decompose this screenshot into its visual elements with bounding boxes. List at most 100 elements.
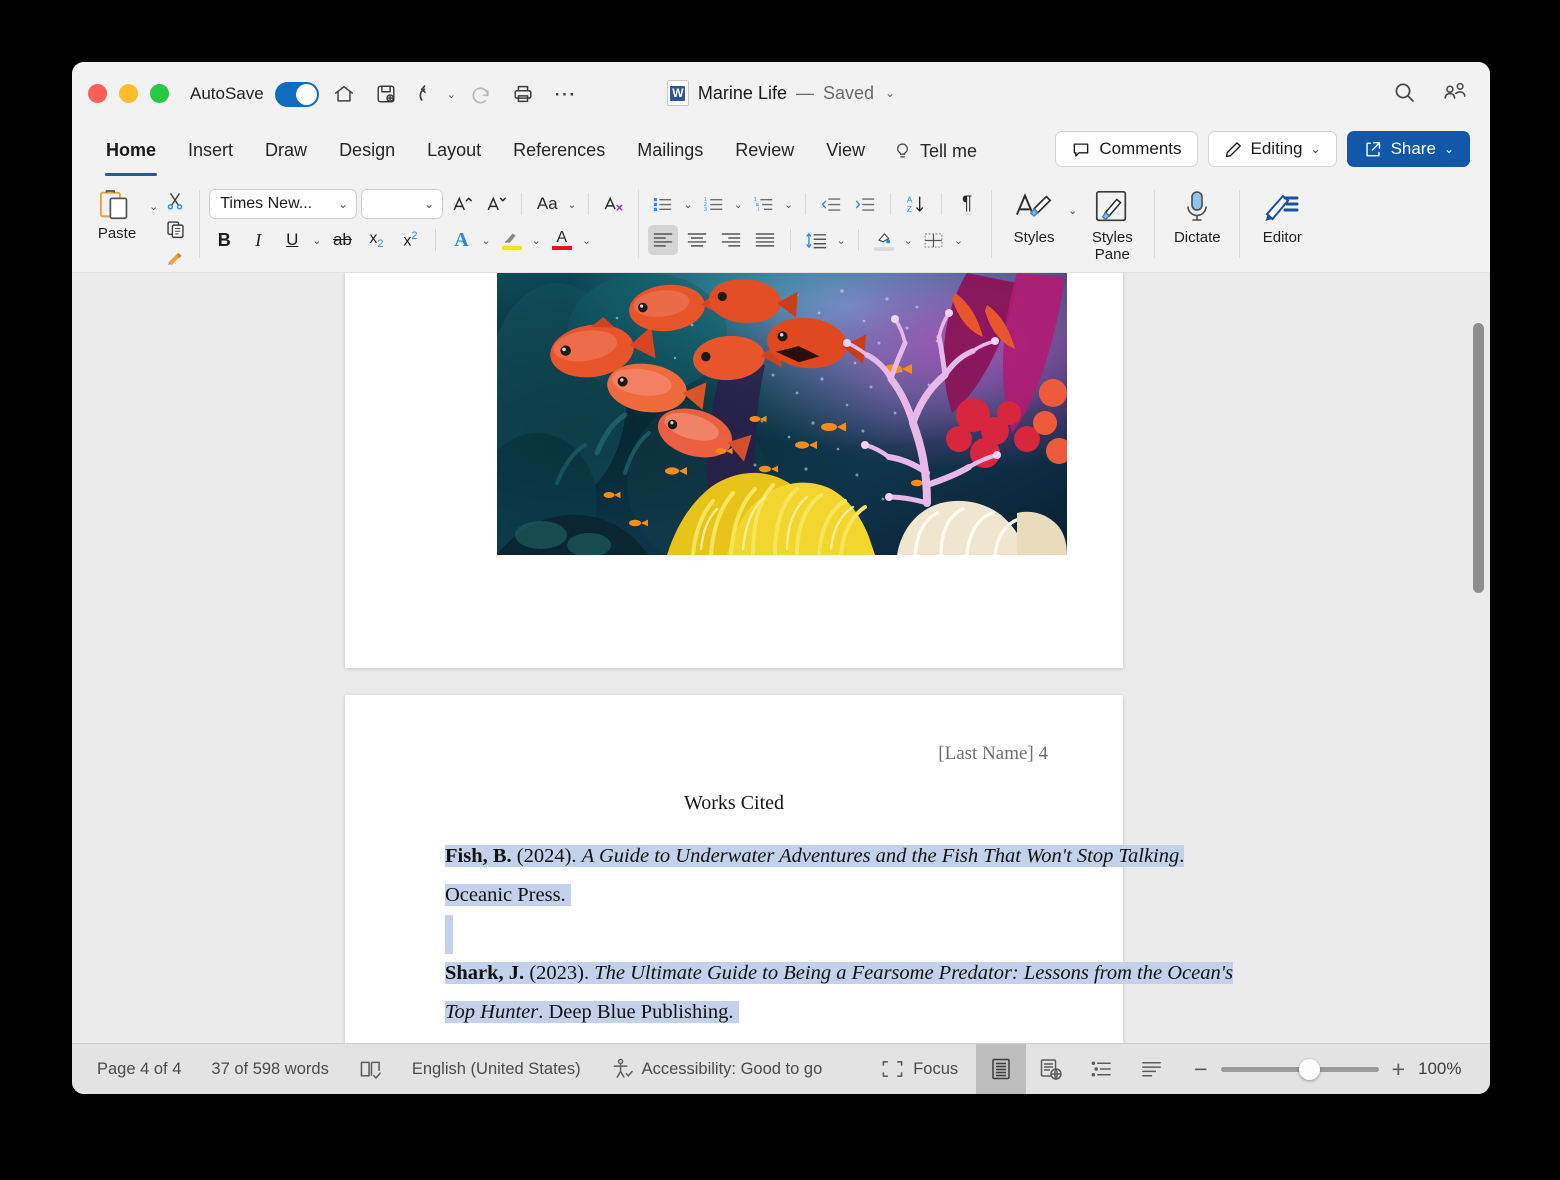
font-name-combobox[interactable]: Times New... ⌄ xyxy=(209,189,358,219)
clipboard-mini-buttons xyxy=(160,182,190,270)
divider xyxy=(991,190,993,258)
zoom-in-button[interactable]: + xyxy=(1392,1057,1405,1081)
clear-formatting-icon[interactable] xyxy=(599,189,629,219)
line-spacing-caret-icon[interactable]: ⌄ xyxy=(836,234,845,247)
bold-icon[interactable]: B xyxy=(209,225,239,255)
divider xyxy=(521,193,523,215)
strikethrough-icon[interactable]: ab xyxy=(327,225,357,255)
editor-button[interactable]: Editor xyxy=(1249,182,1315,246)
highlight-icon[interactable] xyxy=(497,225,527,255)
comments-button[interactable]: Comments xyxy=(1055,131,1198,167)
search-icon[interactable] xyxy=(1392,80,1416,109)
tab-review[interactable]: Review xyxy=(719,136,810,167)
borders-icon[interactable] xyxy=(919,225,949,255)
page-indicator[interactable]: Page 4 of 4 xyxy=(97,1060,181,1079)
tab-home[interactable]: Home xyxy=(90,136,172,176)
coral-reef-image[interactable] xyxy=(497,273,1067,555)
tab-layout[interactable]: Layout xyxy=(411,136,497,167)
chevron-down-icon: ⌄ xyxy=(338,197,349,211)
vertical-scrollbar[interactable] xyxy=(1473,323,1484,593)
justify-icon[interactable] xyxy=(750,225,780,255)
word-count[interactable]: 37 of 598 words xyxy=(211,1060,328,1079)
change-case-caret-icon[interactable]: ⌄ xyxy=(567,198,576,211)
text-effects-caret-icon[interactable]: ⌄ xyxy=(481,234,490,247)
works-cited-list[interactable]: Fish, B. (2024). A Guide to Underwater A… xyxy=(445,837,1234,1032)
zoom-slider[interactable] xyxy=(1220,1058,1379,1080)
draft-icon[interactable] xyxy=(1126,1044,1176,1094)
paste-button[interactable]: Paste xyxy=(86,182,148,242)
shading-icon[interactable] xyxy=(869,225,899,255)
pencil-icon xyxy=(1224,140,1243,159)
underline-icon[interactable]: U xyxy=(277,225,307,255)
web-layout-icon[interactable] xyxy=(1026,1044,1076,1094)
text-effects-icon[interactable]: A xyxy=(446,225,476,255)
decrease-indent-icon[interactable] xyxy=(816,189,846,219)
styles-pane-label: Styles Pane xyxy=(1091,229,1133,264)
underline-caret-icon[interactable]: ⌄ xyxy=(312,234,321,247)
change-case-icon[interactable]: Aa xyxy=(532,189,562,219)
numbering-icon[interactable]: 123 xyxy=(699,189,729,219)
align-left-icon[interactable] xyxy=(648,225,679,255)
font-group: Times New... ⌄ ⌄ Aa ⌄ B I U ⌄ ab x2 x2 A… xyxy=(209,182,629,272)
bullets-caret-icon[interactable]: ⌄ xyxy=(683,198,692,211)
tab-insert[interactable]: Insert xyxy=(172,136,249,167)
language-indicator[interactable]: English (United States) xyxy=(412,1060,581,1079)
increase-indent-icon[interactable] xyxy=(850,189,880,219)
zoom-level-label[interactable]: 100% xyxy=(1418,1059,1468,1079)
copy-icon[interactable] xyxy=(160,216,190,242)
title-dropdown-caret-icon[interactable]: ⌄ xyxy=(885,86,895,100)
editor-icon xyxy=(1263,188,1301,226)
document-canvas[interactable]: [Last Name] 4 Works Cited Fish, B. (2024… xyxy=(72,273,1490,1043)
tab-draw[interactable]: Draw xyxy=(249,136,323,167)
numbering-caret-icon[interactable]: ⌄ xyxy=(734,198,743,211)
divider xyxy=(805,193,807,215)
multilevel-caret-icon[interactable]: ⌄ xyxy=(784,198,793,211)
save-state: Saved xyxy=(822,82,875,103)
font-color-icon[interactable]: A xyxy=(547,225,577,255)
shading-caret-icon[interactable]: ⌄ xyxy=(904,234,913,247)
borders-caret-icon[interactable]: ⌄ xyxy=(954,234,963,247)
zoom-slider-handle[interactable] xyxy=(1298,1058,1320,1080)
superscript-icon[interactable]: x2 xyxy=(395,225,425,255)
clipboard-group: Paste ⌄ xyxy=(86,182,190,272)
tab-design[interactable]: Design xyxy=(323,136,411,167)
tab-mailings[interactable]: Mailings xyxy=(621,136,719,167)
dictate-button[interactable]: Dictate xyxy=(1164,182,1230,246)
zoom-out-button[interactable]: − xyxy=(1194,1057,1207,1081)
tab-references[interactable]: References xyxy=(497,136,621,167)
italic-icon[interactable]: I xyxy=(243,225,273,255)
styles-caret-icon[interactable]: ⌄ xyxy=(1068,204,1077,217)
sort-icon[interactable]: AZ xyxy=(901,189,931,219)
collaborators-icon[interactable] xyxy=(1442,80,1468,109)
shrink-font-icon[interactable] xyxy=(481,189,511,219)
subscript-icon[interactable]: x2 xyxy=(361,225,391,255)
outline-icon[interactable] xyxy=(1076,1044,1126,1094)
align-right-icon[interactable] xyxy=(716,225,746,255)
multilevel-list-icon[interactable]: 1ai xyxy=(749,189,779,219)
styles-button[interactable]: Styles xyxy=(1001,182,1067,246)
share-button[interactable]: Share ⌄ xyxy=(1346,131,1470,167)
show-marks-icon[interactable]: ¶ xyxy=(952,189,982,219)
font-size-combobox[interactable]: ⌄ xyxy=(361,189,444,219)
editing-mode-button[interactable]: Editing ⌄ xyxy=(1207,131,1337,167)
chevron-down-icon: ⌄ xyxy=(424,197,435,211)
divider xyxy=(199,190,201,258)
tell-me-button[interactable]: Tell me xyxy=(881,141,977,162)
cut-icon[interactable] xyxy=(160,188,190,214)
grow-font-icon[interactable] xyxy=(447,189,477,219)
focus-mode-button[interactable]: Focus xyxy=(881,1059,976,1079)
tab-view[interactable]: View xyxy=(810,136,881,167)
highlight-caret-icon[interactable]: ⌄ xyxy=(532,234,541,247)
bullets-icon[interactable] xyxy=(648,189,678,219)
proofing-check-icon[interactable] xyxy=(359,1059,382,1080)
line-spacing-icon[interactable] xyxy=(801,225,831,255)
align-center-icon[interactable] xyxy=(682,225,712,255)
styles-pane-button[interactable]: Styles Pane xyxy=(1079,182,1145,264)
paste-dropdown-caret-icon[interactable]: ⌄ xyxy=(149,200,158,213)
format-painter-icon[interactable] xyxy=(160,244,190,270)
accessibility-indicator[interactable]: Accessibility: Good to go xyxy=(611,1058,822,1080)
print-layout-icon[interactable] xyxy=(976,1044,1027,1094)
comment-bubble-icon xyxy=(1071,140,1091,159)
font-color-caret-icon[interactable]: ⌄ xyxy=(582,234,591,247)
dictate-label: Dictate xyxy=(1173,229,1221,246)
